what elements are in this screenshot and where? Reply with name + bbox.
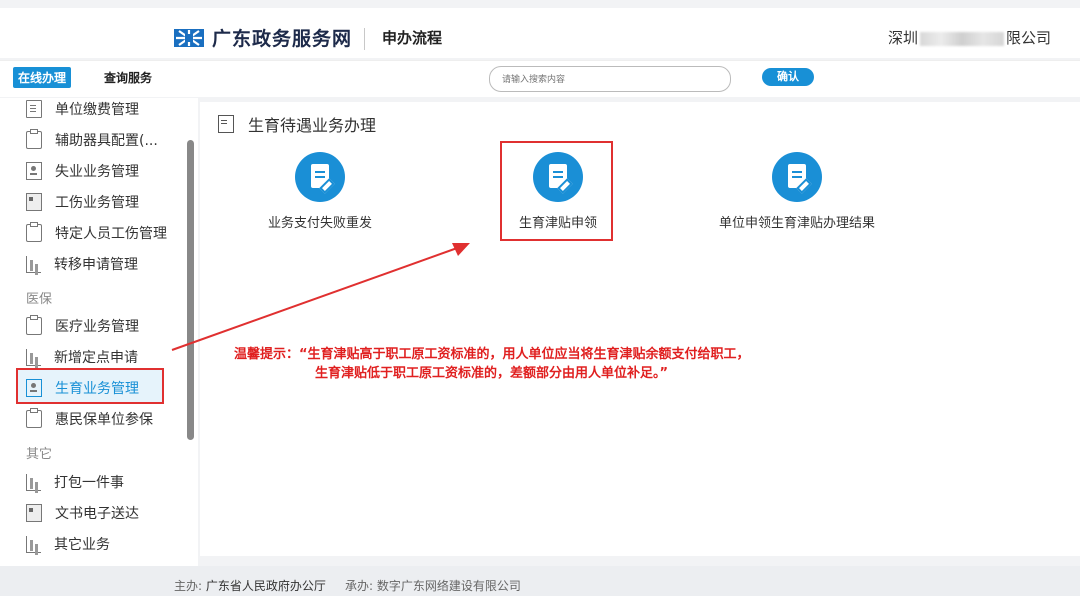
undertake-name: 数字广东网络建设有限公司 xyxy=(376,579,521,593)
undertake-label: 承办: xyxy=(344,579,374,593)
footer: 主办: 广东省人民政府办公厅 承办: 数字广东网络建设有限公司 xyxy=(0,566,1080,596)
host-name: 广东省人民政府办公厅 xyxy=(205,579,326,593)
warm-tip: 温馨提示：“生育津贴高于职工原工资标准的，用人单位应当将生育津贴余额支付给职工，… xyxy=(234,345,750,383)
annotation-arrow xyxy=(171,243,470,351)
host-label: 主办: xyxy=(174,579,203,593)
tip-line-2: 生育津贴低于职工原工资标准的，差额部分由用人单位补足。” xyxy=(315,366,669,381)
tip-line-1: 温馨提示：“生育津贴高于职工原工资标准的，用人单位应当将生育津贴余额支付给职工， xyxy=(234,347,750,362)
footer-text: 主办: 广东省人民政府办公厅 承办: 数字广东网络建设有限公司 xyxy=(174,577,521,594)
